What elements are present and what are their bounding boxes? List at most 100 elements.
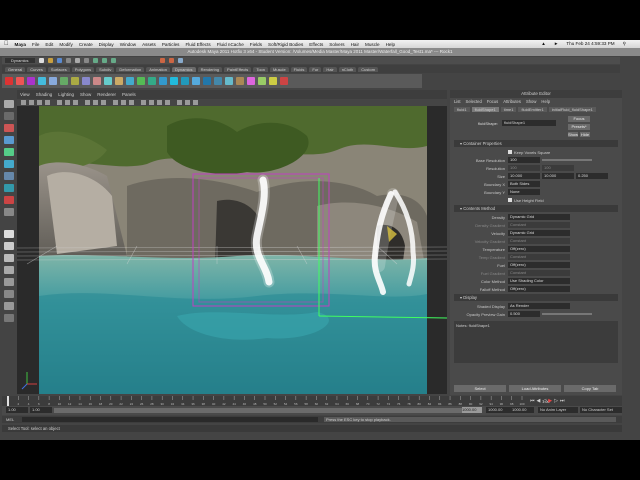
volume-icon[interactable]: ► xyxy=(554,41,559,47)
shelf-tab-surfaces[interactable]: Surfaces xyxy=(47,66,70,72)
layout-persp-icon[interactable] xyxy=(4,302,14,310)
render-icon[interactable] xyxy=(159,58,165,63)
panel-menu-shading[interactable]: Shading xyxy=(36,92,53,97)
ae-copy-tab-button[interactable]: Copy Tab xyxy=(564,385,616,392)
panel-menu-renderer[interactable]: Renderer xyxy=(97,92,116,97)
opacity-preview-slider[interactable] xyxy=(542,313,592,315)
snap-point-icon[interactable] xyxy=(110,58,116,63)
focus-button[interactable]: Focus xyxy=(568,116,590,122)
shelf-tab-subdiv[interactable]: Subdiv xyxy=(96,66,115,72)
fluid-2d-icon[interactable] xyxy=(181,77,189,85)
select-component-icon[interactable] xyxy=(83,58,89,63)
menu-fields[interactable]: Fields xyxy=(250,42,262,47)
rigid-body-icon[interactable] xyxy=(148,77,156,85)
soft-body-icon[interactable] xyxy=(137,77,145,85)
size-z-field[interactable]: 0.250 xyxy=(576,173,608,179)
panel-menu-lighting[interactable]: Lighting xyxy=(58,92,74,97)
open-scene-icon[interactable] xyxy=(47,58,53,63)
base-resolution-field[interactable]: 100 xyxy=(508,157,540,163)
range-end-handle[interactable]: 1000.00 xyxy=(462,407,482,413)
menu-muscle[interactable]: Muscle xyxy=(365,42,380,47)
shelf-tab-hair[interactable]: Hair xyxy=(323,66,337,72)
menuset-dropdown[interactable]: Dynamics xyxy=(5,58,35,63)
ae-tab-initialfluid[interactable]: initialFluid_fluidShape1 xyxy=(548,106,596,112)
wifi-icon[interactable]: ▲ xyxy=(541,41,546,47)
last-tool-icon[interactable] xyxy=(4,208,14,216)
menu-hair[interactable]: Hair xyxy=(351,42,359,47)
character-set-dropdown[interactable]: No Character Set xyxy=(580,407,622,413)
menu-create[interactable]: Create xyxy=(79,42,93,47)
shelf-tab-curves[interactable]: Curves xyxy=(27,66,46,72)
shelf-tab-dynamics[interactable]: Dynamics xyxy=(172,66,196,72)
wake-icon[interactable] xyxy=(225,77,233,85)
notes-area[interactable]: Notes: fluidShape1 xyxy=(454,321,618,363)
ae-tab-time1[interactable]: time1 xyxy=(500,106,517,112)
menu-modify[interactable]: Modify xyxy=(59,42,73,47)
select-tool-icon[interactable] xyxy=(4,100,14,108)
shelf-tab-toon[interactable]: Toon xyxy=(253,66,268,72)
playback-start-field[interactable]: 1.00 xyxy=(30,407,52,413)
color-method-dropdown[interactable]: Use Shading Color xyxy=(508,278,570,284)
layout-script-icon[interactable] xyxy=(4,314,14,322)
ae-tab-fluidshape1[interactable]: fluidShape1 xyxy=(471,106,499,112)
ae-menu-focus[interactable]: Focus xyxy=(487,99,498,104)
ae-tab-fluid1[interactable]: fluid1 xyxy=(454,106,470,112)
clock[interactable]: Thu Feb 24 4:59:33 PM xyxy=(566,41,614,47)
lasso-tool-icon[interactable] xyxy=(4,112,14,120)
menu-assets[interactable]: Assets xyxy=(142,42,156,47)
step-forward-icon[interactable]: ▷ xyxy=(554,398,558,404)
uniform-field-icon[interactable] xyxy=(115,77,123,85)
layout-outliner-icon[interactable] xyxy=(4,266,14,274)
layout-hypershade-icon[interactable] xyxy=(4,290,14,298)
gravity-field-icon[interactable] xyxy=(71,77,79,85)
render-settings-icon[interactable] xyxy=(177,58,183,63)
particle-tool-icon[interactable] xyxy=(5,77,13,85)
menu-solvers[interactable]: Solvers xyxy=(329,42,344,47)
apple-icon[interactable]:  xyxy=(4,41,9,47)
shelf-tab-general[interactable]: General xyxy=(5,66,26,72)
fluid-3d-icon[interactable] xyxy=(170,77,178,85)
soft-mod-icon[interactable] xyxy=(4,184,14,192)
shelf-tab-ncloth[interactable]: nCloth xyxy=(338,66,357,72)
shelf-tab-fur[interactable]: Fur xyxy=(309,66,322,72)
panel-menu-show[interactable]: Show xyxy=(80,92,91,97)
section-display[interactable]: ▾ Display xyxy=(454,294,618,301)
opacity-preview-field[interactable]: 0.500 xyxy=(508,311,540,317)
go-start-icon[interactable]: ⏮ xyxy=(530,398,535,404)
save-scene-icon[interactable] xyxy=(56,58,62,63)
ae-tab-fluidemitter1[interactable]: fluidEmitter1 xyxy=(518,106,547,112)
menu-effects[interactable]: Effects xyxy=(309,42,323,47)
ncloth-icon[interactable] xyxy=(258,77,266,85)
pond-icon[interactable] xyxy=(214,77,222,85)
go-end-icon[interactable]: ⏭ xyxy=(560,398,565,404)
scale-tool-icon[interactable] xyxy=(4,160,14,168)
base-resolution-slider[interactable] xyxy=(542,159,592,161)
menu-particles[interactable]: Particles xyxy=(162,42,180,47)
ae-menu-list[interactable]: List xyxy=(454,99,461,104)
shelf-tab-animation[interactable]: Animation xyxy=(146,66,170,72)
panel-toolbar-icons[interactable] xyxy=(17,99,447,106)
size-x-field[interactable]: 10.000 xyxy=(508,173,540,179)
shaded-display-dropdown[interactable]: As Render xyxy=(508,303,570,309)
boundary-y-dropdown[interactable]: None xyxy=(508,189,540,195)
emitter-icon[interactable] xyxy=(16,77,24,85)
velocity-dropdown[interactable]: Dynamic Grid xyxy=(508,230,570,236)
current-frame-marker[interactable] xyxy=(7,396,9,406)
show-button[interactable]: Show xyxy=(568,132,578,137)
paint-select-icon[interactable] xyxy=(4,124,14,132)
menu-display[interactable]: Display xyxy=(99,42,114,47)
passive-rigid-icon[interactable] xyxy=(159,77,167,85)
node-name-field[interactable]: fluidShape1 xyxy=(502,120,556,126)
turbulence-field-icon[interactable] xyxy=(104,77,112,85)
ae-menu-show[interactable]: Show xyxy=(526,99,536,104)
ae-menu-help[interactable]: Help xyxy=(541,99,550,104)
viewport-scene[interactable] xyxy=(17,106,447,394)
temperature-dropdown[interactable]: Off(zero) xyxy=(508,246,570,252)
menu-edit[interactable]: Edit xyxy=(45,42,53,47)
layout-two-icon[interactable] xyxy=(4,254,14,262)
play-forward-icon[interactable]: ▶ xyxy=(548,398,552,404)
shelf-tab-polygons[interactable]: Polygons xyxy=(71,66,95,72)
nparticle-icon[interactable] xyxy=(247,77,255,85)
drag-field-icon[interactable] xyxy=(60,77,68,85)
falloff-method-dropdown[interactable]: Off(zero) xyxy=(508,286,570,292)
